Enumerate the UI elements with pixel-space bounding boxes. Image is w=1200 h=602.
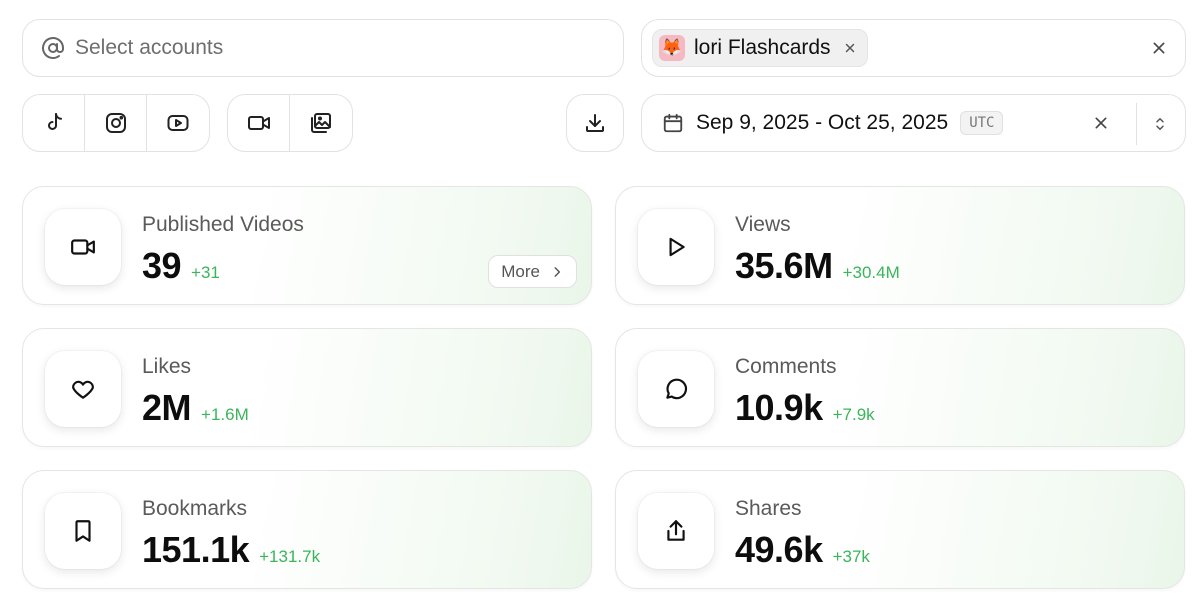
stat-label: Published Videos <box>142 213 304 236</box>
stat-icon-box <box>638 351 714 427</box>
bookmark-icon <box>75 520 91 542</box>
stat-icon-box <box>45 351 121 427</box>
at-icon <box>42 37 64 59</box>
stat-label: Likes <box>142 355 192 378</box>
instagram-icon <box>105 113 126 133</box>
stat-value: 2M <box>142 387 192 428</box>
share-icon <box>667 520 685 541</box>
more-label: More <box>501 261 540 281</box>
stat-label: Shares <box>735 497 802 520</box>
divider <box>1135 103 1137 145</box>
stat-card-shares: Shares 49.6k +37k <box>615 470 1185 589</box>
youtube-filter-button[interactable] <box>147 95 209 151</box>
stat-value: 49.6k <box>735 529 823 570</box>
stat-label: Comments <box>735 355 837 378</box>
stat-icon-box <box>45 493 121 569</box>
stat-icon-box <box>638 209 714 285</box>
account-search-field[interactable] <box>22 19 624 77</box>
youtube-icon <box>167 115 189 131</box>
stat-card-published-videos: Published Videos 39 +31 More <box>22 186 592 305</box>
stat-value: 10.9k <box>735 387 823 428</box>
account-chip-label: lori Flashcards <box>694 36 831 59</box>
download-button[interactable] <box>566 94 624 152</box>
account-avatar: 🦊 <box>659 35 685 61</box>
image-filter-button[interactable] <box>290 95 352 151</box>
play-icon <box>669 237 685 257</box>
stat-delta: +30.4M <box>842 263 900 282</box>
stat-delta: +7.9k <box>832 405 875 424</box>
selected-accounts-field[interactable]: 🦊 lori Flashcards <box>641 19 1186 77</box>
video-icon <box>71 239 95 255</box>
stat-icon-box <box>45 209 121 285</box>
stat-value: 35.6M <box>735 245 833 286</box>
video-filter-button[interactable] <box>228 95 290 151</box>
clear-date-icon[interactable] <box>1093 115 1109 131</box>
date-range-text: Sep 9, 2025 - Oct 25, 2025 <box>696 111 949 134</box>
instagram-filter-button[interactable] <box>85 95 147 151</box>
account-search-input[interactable] <box>75 36 595 60</box>
stat-card-likes: Likes 2M +1.6M <box>22 328 592 447</box>
stat-value: 151.1k <box>142 529 250 570</box>
chevron-up-down-icon[interactable] <box>1151 113 1169 135</box>
tiktok-icon <box>47 113 62 130</box>
stat-icon-box <box>638 493 714 569</box>
stat-delta: +131.7k <box>259 547 321 566</box>
content-type-filter-group <box>227 94 353 152</box>
platform-filter-group <box>22 94 210 152</box>
chevron-right-icon <box>554 266 561 277</box>
download-icon <box>586 114 604 132</box>
calendar-icon <box>663 113 683 133</box>
timezone-badge: UTC <box>960 111 1004 135</box>
comment-icon <box>666 378 688 400</box>
video-icon <box>247 116 270 130</box>
account-chip[interactable]: 🦊 lori Flashcards <box>652 29 868 67</box>
image-gallery-icon <box>311 113 331 133</box>
stat-delta: +1.6M <box>201 405 249 424</box>
stat-delta: +37k <box>832 547 870 566</box>
clear-accounts-icon[interactable] <box>1151 40 1167 56</box>
tiktok-filter-button[interactable] <box>23 95 85 151</box>
stat-card-views: Views 35.6M +30.4M <box>615 186 1185 305</box>
stat-label: Views <box>735 213 791 236</box>
heart-icon <box>72 380 94 399</box>
date-range-picker[interactable]: Sep 9, 2025 - Oct 25, 2025 UTC <box>641 94 1186 152</box>
stat-delta: +31 <box>191 263 220 282</box>
stat-card-bookmarks: Bookmarks 151.1k +131.7k <box>22 470 592 589</box>
stat-value: 39 <box>142 245 182 286</box>
stat-label: Bookmarks <box>142 497 248 520</box>
remove-chip-icon[interactable] <box>843 41 857 55</box>
stat-card-comments: Comments 10.9k +7.9k <box>615 328 1185 447</box>
more-button[interactable]: More <box>488 255 577 288</box>
